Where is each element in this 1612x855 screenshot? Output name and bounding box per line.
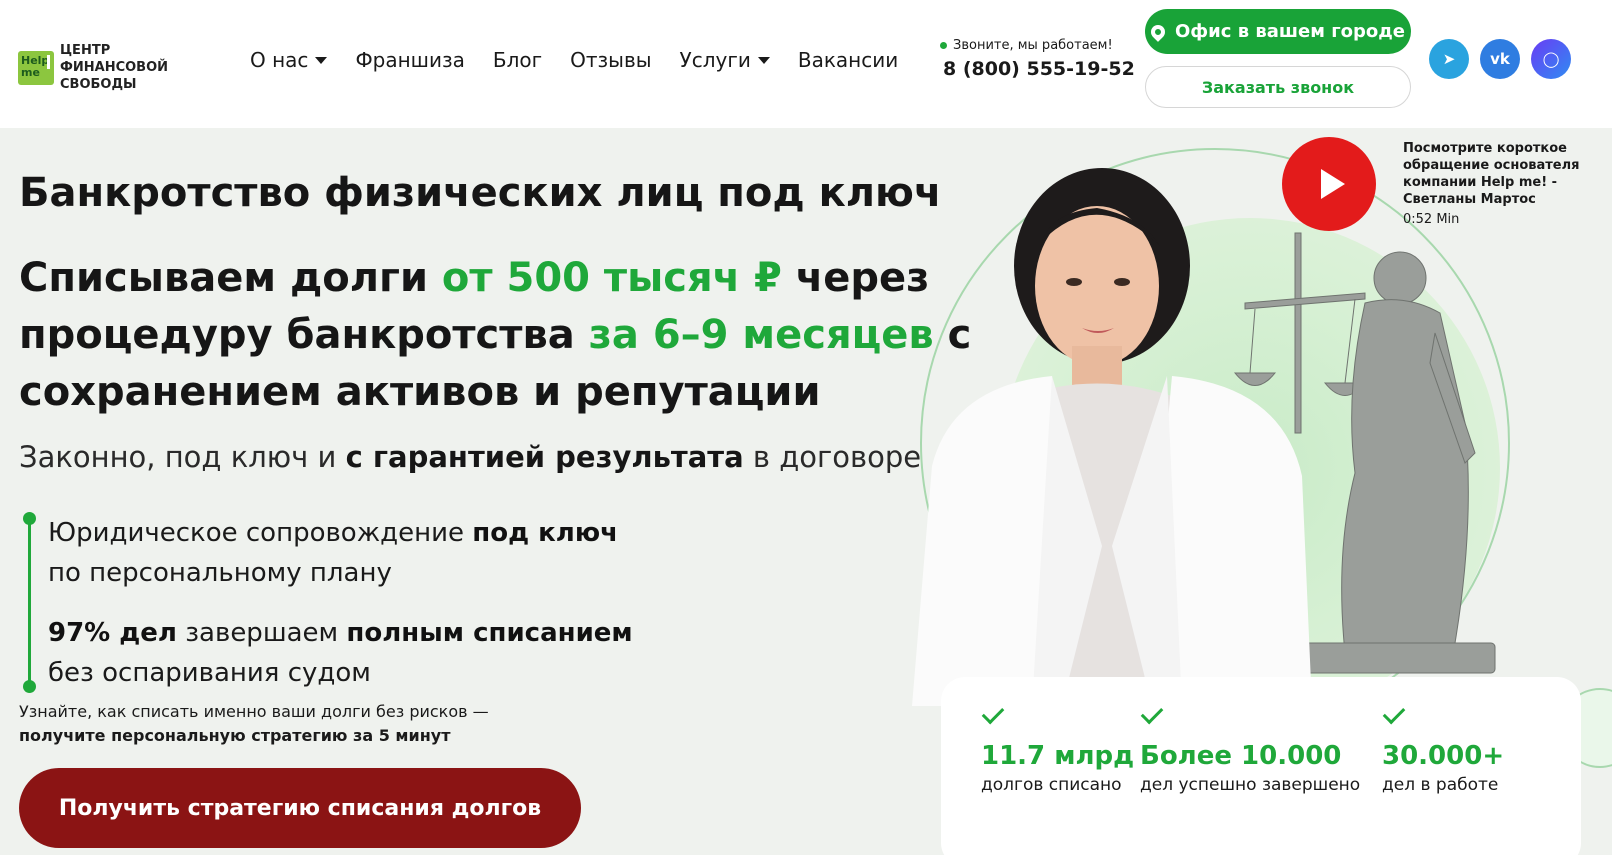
caret-down-icon [315, 56, 328, 64]
bullet-line [28, 516, 31, 684]
nav-item-services[interactable]: Услуги [680, 48, 770, 72]
founder-photo [912, 168, 1312, 706]
bullet-dot [23, 680, 36, 693]
stat-label: долгов списано [981, 775, 1122, 795]
telegram-icon[interactable]: ➤ [1429, 39, 1469, 79]
location-pin-icon [1148, 21, 1168, 42]
caret-down-icon [757, 56, 770, 64]
get-strategy-button[interactable]: Получить стратегию списания долгов [19, 768, 581, 848]
video-duration: 0:52 Min [1403, 212, 1460, 227]
hero-subtitle: Законно, под ключ и с гарантией результа… [19, 440, 922, 474]
nav-item-about[interactable]: О нас [250, 48, 328, 72]
checkmark-icon [981, 701, 1005, 725]
nav-item-vacancies[interactable]: Вакансии [798, 48, 898, 72]
play-icon [1320, 169, 1345, 199]
hero-section: Посмотрите короткое обращение основателя… [0, 128, 1612, 855]
cta-note: Узнайте, как списать именно ваши долги б… [19, 702, 489, 745]
contact-block: Звоните, мы работаем! 8 (800) 555-19-52 [940, 38, 1135, 80]
nav-item-franchise[interactable]: Франшиза [355, 48, 464, 72]
stat-item: Более 10.000 дел успешно завершено [1140, 701, 1361, 795]
stat-label: дел успешно завершено [1140, 775, 1361, 795]
play-video-button[interactable] [1282, 137, 1376, 231]
video-caption: Посмотрите короткое обращение основателя… [1403, 141, 1580, 207]
online-status-dot [940, 42, 947, 49]
contact-note: Звоните, мы работаем! [953, 38, 1113, 53]
checkmark-icon [1382, 701, 1406, 725]
stat-label: дел в работе [1382, 775, 1499, 795]
order-call-button[interactable]: Заказать звонок [1145, 66, 1411, 108]
stat-value: Более 10.000 [1140, 741, 1342, 771]
nav-item-blog[interactable]: Блог [493, 48, 542, 72]
hero-headline: Списываем долги от 500 тысяч ₽ через про… [19, 255, 972, 415]
stat-value: 30.000+ [1382, 741, 1505, 771]
nav-item-reviews[interactable]: Отзывы [570, 48, 651, 72]
site-header: Help me Центр финансовой свободы О нас Фр… [0, 0, 1612, 128]
office-in-city-button[interactable]: Офис в вашем городе [1145, 9, 1411, 54]
stats-card: 11.7 млрд долгов списано Более 10.000 де… [941, 677, 1581, 855]
logo-text: Центр финансовой свободы [60, 43, 169, 92]
vk-icon[interactable]: vk [1480, 39, 1520, 79]
help-me-logo-icon: Help me [18, 50, 54, 85]
main-nav: О нас Франшиза Блог Отзывы Услуги Ваканс… [250, 48, 926, 72]
list-item: 97% дел завершаем полным списанием без ос… [48, 618, 633, 688]
logo[interactable]: Help me Центр финансовой свободы [18, 42, 210, 93]
stat-value: 11.7 млрд [981, 741, 1135, 771]
page-title: Банкротство физических лиц под ключ [19, 170, 942, 216]
phone-number[interactable]: 8 (800) 555-19-52 [943, 58, 1135, 80]
bullet-dot [23, 512, 36, 525]
stat-item: 30.000+ дел в работе [1382, 701, 1505, 795]
stat-item: 11.7 млрд долгов списано [981, 701, 1135, 795]
checkmark-icon [1140, 701, 1164, 725]
max-messenger-icon[interactable]: ◯ [1531, 39, 1571, 79]
list-item: Юридическое сопровождение под ключ по пер… [48, 518, 618, 588]
